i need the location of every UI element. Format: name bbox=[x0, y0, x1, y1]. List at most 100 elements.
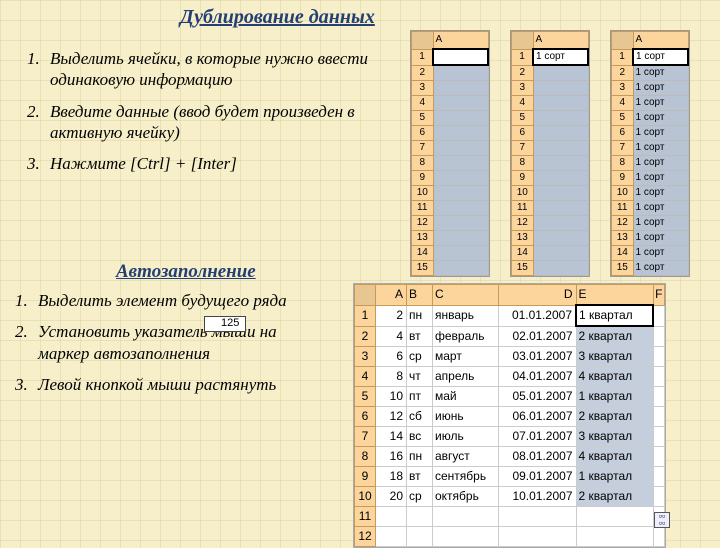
cell[interactable] bbox=[653, 527, 665, 547]
cell[interactable] bbox=[433, 156, 488, 171]
cell[interactable] bbox=[376, 507, 407, 527]
cell[interactable]: март bbox=[433, 347, 499, 367]
cell[interactable]: 1 сорт bbox=[633, 216, 688, 231]
cell[interactable] bbox=[533, 231, 588, 246]
cell[interactable]: 4 квартал bbox=[576, 447, 653, 467]
cell[interactable] bbox=[433, 49, 488, 65]
cell[interactable]: 2 квартал bbox=[576, 487, 653, 507]
cell[interactable]: 08.01.2007 bbox=[499, 447, 577, 467]
cell[interactable]: чт bbox=[407, 367, 433, 387]
cell[interactable]: 2 bbox=[376, 305, 407, 326]
cell[interactable] bbox=[433, 527, 499, 547]
cell[interactable] bbox=[433, 261, 488, 276]
cell[interactable]: февраль bbox=[433, 326, 499, 347]
cell[interactable]: 14 bbox=[376, 427, 407, 447]
cell[interactable]: 1 сорт bbox=[533, 49, 588, 65]
cell[interactable]: 1 квартал bbox=[576, 305, 653, 326]
cell[interactable] bbox=[433, 65, 488, 81]
cell[interactable]: 1 сорт bbox=[633, 246, 688, 261]
cell[interactable]: 12 bbox=[376, 407, 407, 427]
cell[interactable]: 1 сорт bbox=[633, 261, 688, 276]
cell[interactable] bbox=[433, 246, 488, 261]
cell[interactable]: 1 сорт bbox=[633, 96, 688, 111]
cell[interactable] bbox=[533, 186, 588, 201]
cell[interactable]: 8 bbox=[376, 367, 407, 387]
cell[interactable]: 20 bbox=[376, 487, 407, 507]
cell[interactable] bbox=[433, 186, 488, 201]
cell[interactable] bbox=[433, 96, 488, 111]
cell[interactable] bbox=[533, 111, 588, 126]
autofill-handle-icon[interactable]: ▫▫▫▫ bbox=[654, 512, 670, 528]
cell[interactable]: вс bbox=[407, 427, 433, 447]
cell[interactable]: 4 квартал bbox=[576, 367, 653, 387]
cell[interactable] bbox=[533, 141, 588, 156]
cell[interactable]: 10 bbox=[376, 387, 407, 407]
cell[interactable]: 1 сорт bbox=[633, 49, 688, 65]
cell[interactable] bbox=[533, 246, 588, 261]
cell[interactable] bbox=[407, 507, 433, 527]
cell[interactable] bbox=[376, 527, 407, 547]
cell[interactable]: май bbox=[433, 387, 499, 407]
cell[interactable]: январь bbox=[433, 305, 499, 326]
cell[interactable] bbox=[433, 126, 488, 141]
cell[interactable]: 06.01.2007 bbox=[499, 407, 577, 427]
cell[interactable]: 1 сорт bbox=[633, 186, 688, 201]
cell[interactable] bbox=[499, 507, 577, 527]
cell[interactable]: 1 сорт bbox=[633, 171, 688, 186]
cell[interactable]: июнь bbox=[433, 407, 499, 427]
cell[interactable]: 18 bbox=[376, 467, 407, 487]
cell[interactable] bbox=[533, 156, 588, 171]
cell[interactable]: 3 квартал bbox=[576, 427, 653, 447]
cell[interactable]: апрель bbox=[433, 367, 499, 387]
cell[interactable]: июль bbox=[433, 427, 499, 447]
cell[interactable] bbox=[433, 216, 488, 231]
cell[interactable]: 1 сорт bbox=[633, 156, 688, 171]
cell[interactable]: 07.01.2007 bbox=[499, 427, 577, 447]
cell[interactable]: 1 сорт bbox=[633, 111, 688, 126]
cell[interactable] bbox=[407, 527, 433, 547]
cell[interactable] bbox=[433, 171, 488, 186]
cell[interactable]: пн bbox=[407, 447, 433, 467]
cell[interactable]: 09.01.2007 bbox=[499, 467, 577, 487]
cell[interactable]: 1 сорт bbox=[633, 81, 688, 96]
cell[interactable]: август bbox=[433, 447, 499, 467]
cell[interactable]: 04.01.2007 bbox=[499, 367, 577, 387]
cell[interactable]: 1 сорт bbox=[633, 231, 688, 246]
cell[interactable] bbox=[533, 81, 588, 96]
cell[interactable]: 1 квартал bbox=[576, 387, 653, 407]
cell[interactable]: 10.01.2007 bbox=[499, 487, 577, 507]
cell[interactable]: сб bbox=[407, 407, 433, 427]
cell[interactable]: ср bbox=[407, 487, 433, 507]
cell[interactable]: 1 сорт bbox=[633, 201, 688, 216]
cell[interactable] bbox=[433, 81, 488, 96]
cell[interactable] bbox=[433, 141, 488, 156]
cell[interactable] bbox=[533, 201, 588, 216]
cell[interactable] bbox=[533, 96, 588, 111]
cell[interactable]: 01.01.2007 bbox=[499, 305, 577, 326]
cell[interactable]: 2 квартал bbox=[576, 407, 653, 427]
cell[interactable]: 3 квартал bbox=[576, 347, 653, 367]
cell[interactable] bbox=[576, 527, 653, 547]
cell[interactable]: 6 bbox=[376, 347, 407, 367]
cell[interactable] bbox=[533, 261, 588, 276]
cell[interactable]: 1 сорт bbox=[633, 65, 688, 81]
cell[interactable]: 2 квартал bbox=[576, 326, 653, 347]
cell[interactable] bbox=[433, 111, 488, 126]
cell[interactable]: 05.01.2007 bbox=[499, 387, 577, 407]
cell[interactable]: ср bbox=[407, 347, 433, 367]
cell[interactable]: 1 квартал bbox=[576, 467, 653, 487]
cell[interactable] bbox=[499, 527, 577, 547]
cell[interactable]: вт bbox=[407, 467, 433, 487]
cell[interactable]: 1 сорт bbox=[633, 141, 688, 156]
cell[interactable]: 1 сорт bbox=[633, 126, 688, 141]
cell[interactable]: 4 bbox=[376, 326, 407, 347]
cell[interactable]: 16 bbox=[376, 447, 407, 467]
cell[interactable] bbox=[533, 126, 588, 141]
cell[interactable]: вт bbox=[407, 326, 433, 347]
cell[interactable] bbox=[533, 171, 588, 186]
cell[interactable]: сентябрь bbox=[433, 467, 499, 487]
cell[interactable] bbox=[533, 65, 588, 81]
cell[interactable] bbox=[433, 507, 499, 527]
cell[interactable]: 03.01.2007 bbox=[499, 347, 577, 367]
cell[interactable]: пт bbox=[407, 387, 433, 407]
